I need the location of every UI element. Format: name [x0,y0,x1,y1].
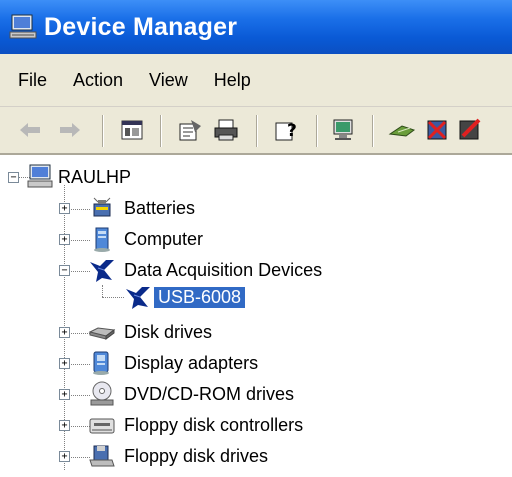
tree-item-floppy-disk-controllers[interactable]: Floppy disk controllers [124,415,303,436]
properties-icon[interactable] [176,116,204,144]
usb-6008-daq-icon [124,283,152,311]
computer-expand-toggle[interactable]: + [59,234,70,245]
device-tree: − RAULHP + Batteries + Computer − Data A… [0,155,512,477]
tree-root-label[interactable]: RAULHP [58,167,131,188]
menu-view[interactable]: View [149,70,188,91]
daq-collapse-toggle[interactable]: − [59,265,70,276]
floppy-controllers-expand-toggle[interactable]: + [59,420,70,431]
floppy-controller-icon [88,411,116,439]
menu-help[interactable]: Help [214,70,251,91]
device-manager-icon [8,12,38,42]
disable-icon[interactable] [456,116,484,144]
daq-icon [88,256,116,284]
root-collapse-toggle[interactable]: − [8,172,19,183]
svg-text:?: ? [287,121,297,141]
title-bar[interactable]: Device Manager [0,0,512,54]
menu-bar: File Action View Help [0,54,512,107]
menu-action[interactable]: Action [73,70,123,91]
floppy-drive-icon [88,442,116,470]
toolbar: ? [0,107,512,155]
disk-drives-expand-toggle[interactable]: + [59,327,70,338]
disk-drive-icon [88,318,116,346]
display-adapters-expand-toggle[interactable]: + [59,358,70,369]
tree-item-disk-drives[interactable]: Disk drives [124,322,212,343]
battery-icon [88,194,116,222]
uninstall-icon[interactable] [424,116,452,144]
dvd-drive-icon [88,380,116,408]
display-adapter-icon [88,349,116,377]
tree-item-computer[interactable]: Computer [124,229,203,250]
back-icon[interactable] [16,116,44,144]
update-driver-icon[interactable] [388,116,416,144]
computer-category-icon [88,225,116,253]
computer-icon [26,162,54,190]
tree-item-dvd-cd-rom-drives[interactable]: DVD/CD-ROM drives [124,384,294,405]
tree-item-batteries[interactable]: Batteries [124,198,195,219]
scan-hardware-icon[interactable] [330,116,358,144]
menu-file[interactable]: File [18,70,47,91]
print-icon[interactable] [212,116,240,144]
tree-item-usb-6008[interactable]: USB-6008 [154,287,246,308]
floppy-drives-expand-toggle[interactable]: + [59,451,70,462]
tree-item-floppy-disk-drives[interactable]: Floppy disk drives [124,446,268,467]
tree-item-display-adapters[interactable]: Display adapters [124,353,258,374]
forward-icon[interactable] [56,116,84,144]
show-hide-tree-icon[interactable] [118,116,146,144]
dvd-drives-expand-toggle[interactable]: + [59,389,70,400]
batteries-expand-toggle[interactable]: + [59,203,70,214]
tree-item-data-acquisition-devices[interactable]: Data Acquisition Devices [124,260,322,281]
help-icon[interactable]: ? [272,116,300,144]
window-title: Device Manager [44,12,238,41]
